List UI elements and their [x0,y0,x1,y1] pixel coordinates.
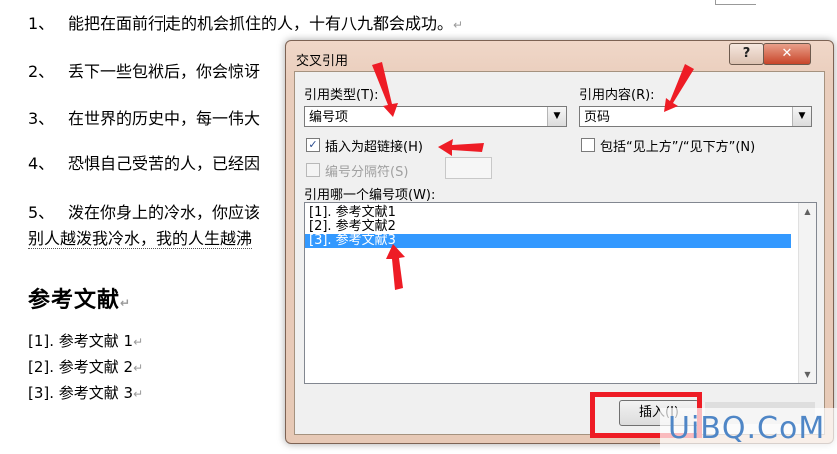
watermark-text: UiBQ.CoM [668,411,826,446]
ref-type-select[interactable]: 编号项 ▼ [304,106,567,127]
doc-line-4[interactable]: 4、 恐惧自己受苦的人，已经因 [28,150,260,174]
line-number: 5、 [28,203,55,222]
paragraph-mark: ↵ [133,387,144,401]
reference-item-3[interactable]: [3]. 参考文献 3↵ [28,382,143,403]
chevron-down-icon[interactable]: ▼ [547,107,566,126]
ref-type-value: 编号项 [309,110,349,125]
list-item-3-selected[interactable]: [3]. 参考文献3 [305,234,791,248]
ref-content-label: 引用内容(R): [579,88,655,103]
line-number: 3、 [28,109,55,128]
reference-item-2[interactable]: [2]. 参考文献 2↵ [28,356,143,377]
paragraph-mark: ↵ [453,18,464,32]
doc-line-1[interactable]: 1、 能把在面前行走的机会抓住的人，十有八九都会成功。↵ [28,10,463,34]
line-number: 4、 [28,154,55,173]
include-above-below-checkbox[interactable] [581,138,595,152]
cross-reference-dialog: 交叉引用 ? ✕ 引用类型(T): 编号项 ▼ 引用内容(R): 页码 ▼ ✓ … [285,40,834,444]
reference-text: [2]. 参考文献 2 [28,358,134,376]
reference-text: [1]. 参考文献 1 [28,332,134,350]
paragraph-mark: ↵ [120,296,132,310]
insert-hyperlink-checkbox[interactable]: ✓ [306,138,320,152]
check-mark-icon: ✓ [308,138,318,151]
doc-line-3[interactable]: 3、 在世界的历史中，每一伟大 [28,105,260,129]
include-above-below-label[interactable]: 包括“见上方”/“见下方”(N) [600,136,755,155]
line-text: 在世界的历史中，每一伟大 [68,109,261,128]
dialog-title: 交叉引用 [296,54,349,69]
scroll-down-icon[interactable]: ▼ [799,366,816,383]
heading-text: 参考文献 [28,288,121,313]
doc-line-5-continued[interactable]: 别人越泼我冷水，我的人生越沸 [28,225,253,249]
list-item-1[interactable]: [1]. 参考文献1 [305,206,791,220]
separator-checkbox[interactable] [306,163,320,177]
insert-hyperlink-label[interactable]: 插入为超链接(H) [325,136,423,155]
page-corner-mark [715,0,756,5]
line-text: 恐惧自己受苦的人，已经因 [68,154,261,173]
ref-content-select[interactable]: 页码 ▼ [579,106,812,127]
reference-text: [3]. 参考文献 3 [28,384,134,402]
list-scrollbar[interactable]: ▲ ▼ [798,203,816,383]
separator-label: 编号分隔符(S) [325,165,409,180]
list-item-2[interactable]: [2]. 参考文献2 [305,220,791,234]
line-text: 丢下一些包袱后，你会惊讶 [68,62,261,81]
close-button[interactable]: ✕ [763,43,811,65]
close-icon: ✕ [781,46,793,61]
doc-line-5[interactable]: 5、 泼在你身上的冷水，你应该 [28,199,260,223]
ref-content-value: 页码 [584,110,611,125]
line-number: 1、 [28,14,55,33]
ref-type-label: 引用类型(T): [304,88,379,103]
reference-item-1[interactable]: [1]. 参考文献 1↵ [28,330,143,351]
line-text-a: 能把在面前行 [68,14,165,33]
line-number: 2、 [28,62,55,81]
help-button[interactable]: ? [729,43,764,65]
doc-line-2[interactable]: 2、 丢下一些包袱后，你会惊讶 [28,58,260,82]
separator-input[interactable] [445,157,492,179]
scroll-up-icon[interactable]: ▲ [799,203,816,220]
paragraph-mark: ↵ [133,335,144,349]
line-text: 别人越泼我冷水，我的人生越沸 [28,229,253,249]
which-item-label: 引用哪一个编号项(W): [304,188,436,203]
numbered-items-list[interactable]: [1]. 参考文献1 [2]. 参考文献2 [3]. 参考文献3 ▲ ▼ [304,202,817,384]
paragraph-mark: ↵ [133,361,144,375]
references-heading[interactable]: 参考文献↵ [28,282,131,314]
line-text-b: 走的机会抓住的人，十有八九都会成功。 [165,14,454,33]
line-text: 泼在你身上的冷水，你应该 [68,203,261,222]
dialog-body: 引用类型(T): 编号项 ▼ 引用内容(R): 页码 ▼ ✓ 插入为超链接(H)… [294,71,825,435]
chevron-down-icon[interactable]: ▼ [792,107,811,126]
